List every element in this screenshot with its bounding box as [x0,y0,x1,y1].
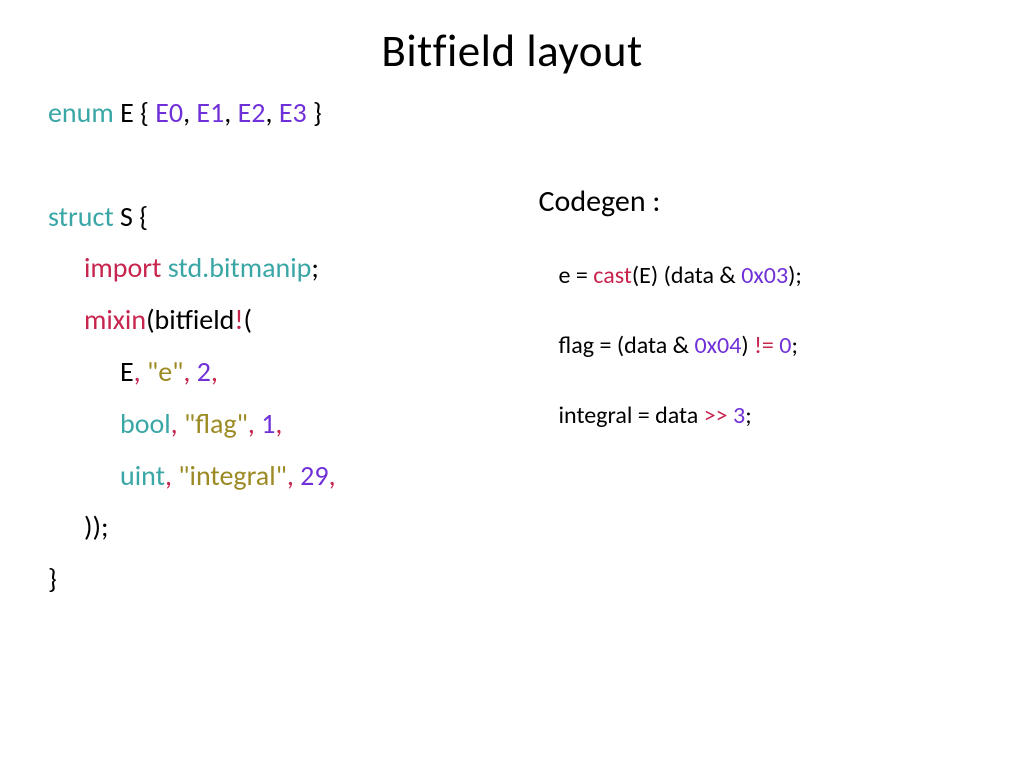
field-name-string: "integral" [172,458,287,493]
comma: , [165,458,172,493]
expr-end: ); [788,261,802,290]
comma: , [248,406,255,441]
comma: , [265,95,278,130]
field-bits: 2 [190,354,211,389]
brace-close: } [48,561,57,596]
code-line-import: import std.bitmanip; [48,242,531,294]
code-line-close-call: )); [48,501,531,553]
comma: , [287,458,294,493]
codegen-line-e: e = cast(E) (data & 0x03); [559,258,976,294]
expr-lhs: e = [559,261,594,290]
hex-literal: 0x03 [741,261,788,290]
keyword-struct: struct [48,199,114,234]
semicolon: ; [311,250,319,285]
operator-ne: != [754,331,774,360]
call-close: )); [84,509,108,544]
enum-member: E3 [279,95,307,130]
enum-member: E0 [155,95,183,130]
semicolon: ; [791,331,797,360]
slide-title: Bitfield layout [0,0,1024,79]
brace-close: } [307,95,322,130]
code-line-field-flag: bool, "flag", 1, [48,398,531,450]
code-line-mixin: mixin(bitfield!( [48,294,531,346]
keyword-cast: cast [593,261,632,290]
semicolon: ; [745,401,751,430]
number-literal: 3 [728,401,746,430]
comma: , [183,95,196,130]
comma: , [134,354,141,389]
field-type: E [120,354,134,389]
comma: , [171,406,178,441]
operator-shift: >> [704,401,728,430]
code-line-close-brace: } [48,553,531,605]
codegen-code: e = cast(E) (data & 0x03); flag = (data … [539,258,976,434]
field-bits: 1 [255,406,276,441]
expr: ) [741,331,754,360]
field-type: bool [120,406,171,441]
keyword-mixin: mixin [84,302,146,337]
keyword-import: import [84,250,161,285]
field-name-string: "e" [141,354,184,389]
comma: , [275,406,282,441]
paren-open: ( [243,302,252,337]
field-name-string: "flag" [178,406,248,441]
code-line-enum: enum E { E0, E1, E2, E3 } [48,87,531,139]
enum-member: E2 [238,95,266,130]
number-literal: 0 [774,331,792,360]
code-line-field-e: E, "e", 2, [48,346,531,398]
slide-content: enum E { E0, E1, E2, E3 } struct S { imp… [0,79,1024,605]
expr-lhs: integral = data [559,401,704,430]
code-left: enum E { E0, E1, E2, E3 } struct S { imp… [48,87,531,605]
codegen-line-flag: flag = (data & 0x04) != 0; [559,328,976,364]
codegen-column: Codegen : e = cast(E) (data & 0x03); fla… [531,87,976,605]
comma: , [211,354,218,389]
blank-line [48,139,531,191]
struct-name: S { [114,199,148,234]
codegen-line-integral: integral = data >> 3; [559,398,976,434]
hex-literal: 0x04 [694,331,741,360]
enum-member: E1 [196,95,224,130]
expr: (E) (data & [632,261,741,290]
keyword-enum: enum [48,95,114,130]
enum-name: E { [114,95,155,130]
field-type: uint [120,458,165,493]
code-line-struct: struct S { [48,191,531,243]
comma: , [329,458,336,493]
codegen-heading: Codegen : [539,183,976,220]
comma: , [224,95,237,130]
field-bits: 29 [294,458,329,493]
call-open: (bitfield [146,302,234,337]
code-line-field-integral: uint, "integral", 29, [48,450,531,502]
module-name: std.bitmanip [161,250,311,285]
expr-lhs: flag = (data & [559,331,695,360]
